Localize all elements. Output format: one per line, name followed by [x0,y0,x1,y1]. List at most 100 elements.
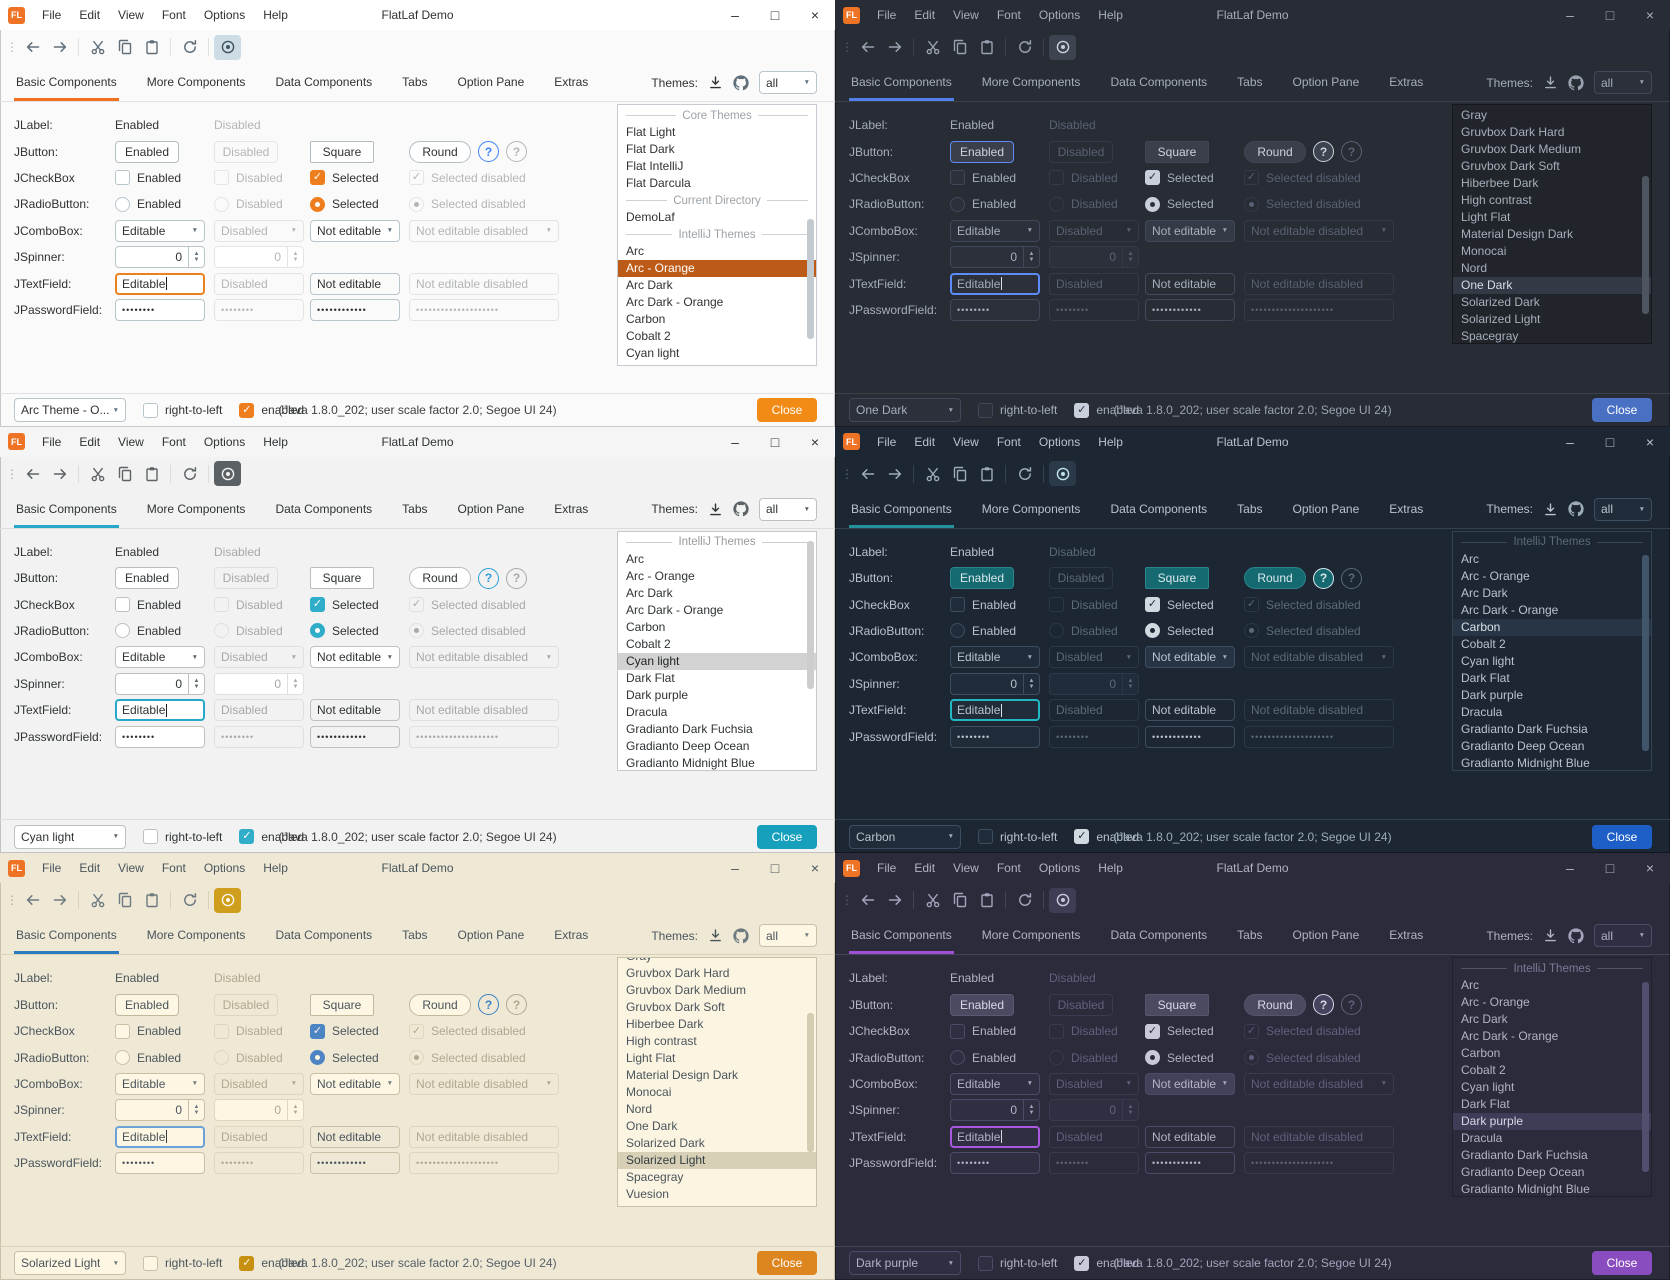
tab-more-components[interactable]: More Components [980,69,1083,101]
close-dialog-button[interactable]: Close [1592,825,1652,849]
close-dialog-button[interactable]: Close [757,398,817,422]
theme-list-item-light-flat[interactable]: Light Flat [618,1050,816,1067]
tab-more-components[interactable]: More Components [145,922,248,954]
enabled-button[interactable]: Enabled [950,141,1014,163]
theme-list-item-spacegray[interactable]: Spacegray [618,1169,816,1186]
spinner-arrows[interactable]: ▲▼ [188,1100,204,1120]
combobox-not-editable[interactable]: Not editable▼ [310,646,400,668]
theme-list-item-carbon[interactable]: Carbon [618,619,816,636]
menu-item-file[interactable]: File [868,435,905,449]
theme-list-item-gradianto-dark-fuchsia[interactable]: Gradianto Dark Fuchsia [618,721,816,738]
enabled-checkbox[interactable] [1074,1256,1089,1271]
menu-item-edit[interactable]: Edit [905,435,944,449]
spinner[interactable]: 0▲▼ [950,673,1040,695]
minimize-button[interactable]: – [1550,0,1590,30]
theme-list-item-gruvbox-dark-medium[interactable]: Gruvbox Dark Medium [618,982,816,999]
help-button[interactable]: ? [1313,568,1334,589]
menu-item-help[interactable]: Help [1089,435,1132,449]
passwordfield-not-editable[interactable]: •••••••••••• [1145,299,1235,321]
minimize-button[interactable]: – [715,427,755,457]
maximize-button[interactable]: □ [755,0,795,30]
theme-list-item-arc-dark-orange[interactable]: Arc Dark - Orange [618,294,816,311]
radio-selected[interactable] [1145,623,1160,638]
tab-basic-components[interactable]: Basic Components [14,69,119,101]
spinner[interactable]: 0▲▼ [950,246,1040,268]
github-icon[interactable] [733,75,749,91]
menu-item-file[interactable]: File [868,8,905,22]
github-icon[interactable] [733,928,749,944]
radio-enabled[interactable] [115,623,130,638]
themes-list[interactable]: IntelliJ ThemesArcArc - OrangeArc DarkAr… [1452,957,1652,1197]
spinner-arrows[interactable]: ▲▼ [188,674,204,694]
passwordfield[interactable]: •••••••• [950,1152,1040,1174]
theme-list-item-arc-dark-orange[interactable]: Arc Dark - Orange [1453,602,1651,619]
refresh-icon[interactable] [1011,461,1038,486]
theme-list-item-arc-dark-orange[interactable]: Arc Dark - Orange [1453,1028,1651,1045]
square-button[interactable]: Square [310,141,374,163]
tab-option-pane[interactable]: Option Pane [456,496,527,528]
passwordfield[interactable]: •••••••• [115,299,205,321]
tab-option-pane[interactable]: Option Pane [1291,69,1362,101]
theme-list-item-cyan-light[interactable]: Cyan light [1453,653,1651,670]
textfield-not-editable[interactable]: Not editable [310,699,400,721]
enabled-checkbox[interactable] [239,403,254,418]
paste-icon[interactable] [973,461,1000,486]
toolbar-grip[interactable]: ⋮ [6,40,16,54]
theme-list-item-demolaf[interactable]: DemoLaf [618,209,816,226]
spinner-down-icon[interactable]: ▼ [1029,257,1035,263]
round-button[interactable]: Round [409,141,471,163]
theme-list-item-arc-orange[interactable]: Arc - Orange [618,260,816,277]
round-button[interactable]: Round [409,567,471,589]
spinner[interactable]: 0▲▼ [115,673,205,695]
toolbar-grip[interactable]: ⋮ [841,467,851,481]
theme-list-item-dracula[interactable]: Dracula [618,704,816,721]
textfield-not-editable[interactable]: Not editable [1145,273,1235,295]
textfield-editable[interactable]: Editable [115,699,205,721]
tab-data-components[interactable]: Data Components [273,496,374,528]
tab-more-components[interactable]: More Components [145,69,248,101]
theme-list-item-one-dark[interactable]: One Dark [1453,277,1651,294]
right-to-left-checkbox[interactable] [143,829,158,844]
refresh-icon[interactable] [176,888,203,913]
menu-item-font[interactable]: Font [153,435,195,449]
theme-filter-combo[interactable]: all ▼ [1594,924,1652,947]
checkbox-selected[interactable] [1145,597,1160,612]
enabled-button[interactable]: Enabled [115,994,179,1016]
theme-list-item-monocai[interactable]: Monocai [618,1084,816,1101]
download-icon[interactable] [1543,928,1558,943]
tab-basic-components[interactable]: Basic Components [849,922,954,954]
back-icon[interactable] [854,888,881,913]
forward-icon[interactable] [46,888,73,913]
spinner-down-icon[interactable]: ▼ [1029,1110,1035,1116]
combobox-not-editable[interactable]: Not editable▼ [310,1073,400,1095]
refresh-icon[interactable] [176,35,203,60]
enabled-button[interactable]: Enabled [950,567,1014,589]
tab-tabs[interactable]: Tabs [1235,69,1264,101]
window-close-button[interactable]: × [795,0,835,30]
theme-list-item-dark-purple[interactable]: Dark purple [618,687,816,704]
right-to-left-checkbox[interactable] [143,403,158,418]
theme-list-item-nord[interactable]: Nord [1453,260,1651,277]
radio-selected[interactable] [310,623,325,638]
textfield-editable[interactable]: Editable [115,1126,205,1148]
themes-list[interactable]: GrayGruvbox Dark HardGruvbox Dark Medium… [1452,104,1652,344]
passwordfield[interactable]: •••••••• [115,1152,205,1174]
theme-list-item-gruvbox-dark-soft[interactable]: Gruvbox Dark Soft [618,999,816,1016]
tab-data-components[interactable]: Data Components [1108,496,1209,528]
menu-item-file[interactable]: File [868,861,905,875]
passwordfield-not-editable[interactable]: •••••••••••• [310,1152,400,1174]
combobox-not-editable[interactable]: Not editable▼ [310,220,400,242]
cut-icon[interactable] [919,461,946,486]
refresh-icon[interactable] [176,461,203,486]
menu-item-view[interactable]: View [944,8,988,22]
theme-list-item-material-design-dark[interactable]: Material Design Dark [1453,226,1651,243]
menu-item-font[interactable]: Font [988,435,1030,449]
cut-icon[interactable] [84,888,111,913]
checkbox-selected[interactable] [1145,1024,1160,1039]
round-button[interactable]: Round [1244,994,1306,1016]
enabled-button[interactable]: Enabled [950,994,1014,1016]
close-dialog-button[interactable]: Close [757,825,817,849]
menu-item-file[interactable]: File [33,8,70,22]
combobox-editable[interactable]: Editable▼ [950,646,1040,668]
spinner-down-icon[interactable]: ▼ [194,257,200,263]
